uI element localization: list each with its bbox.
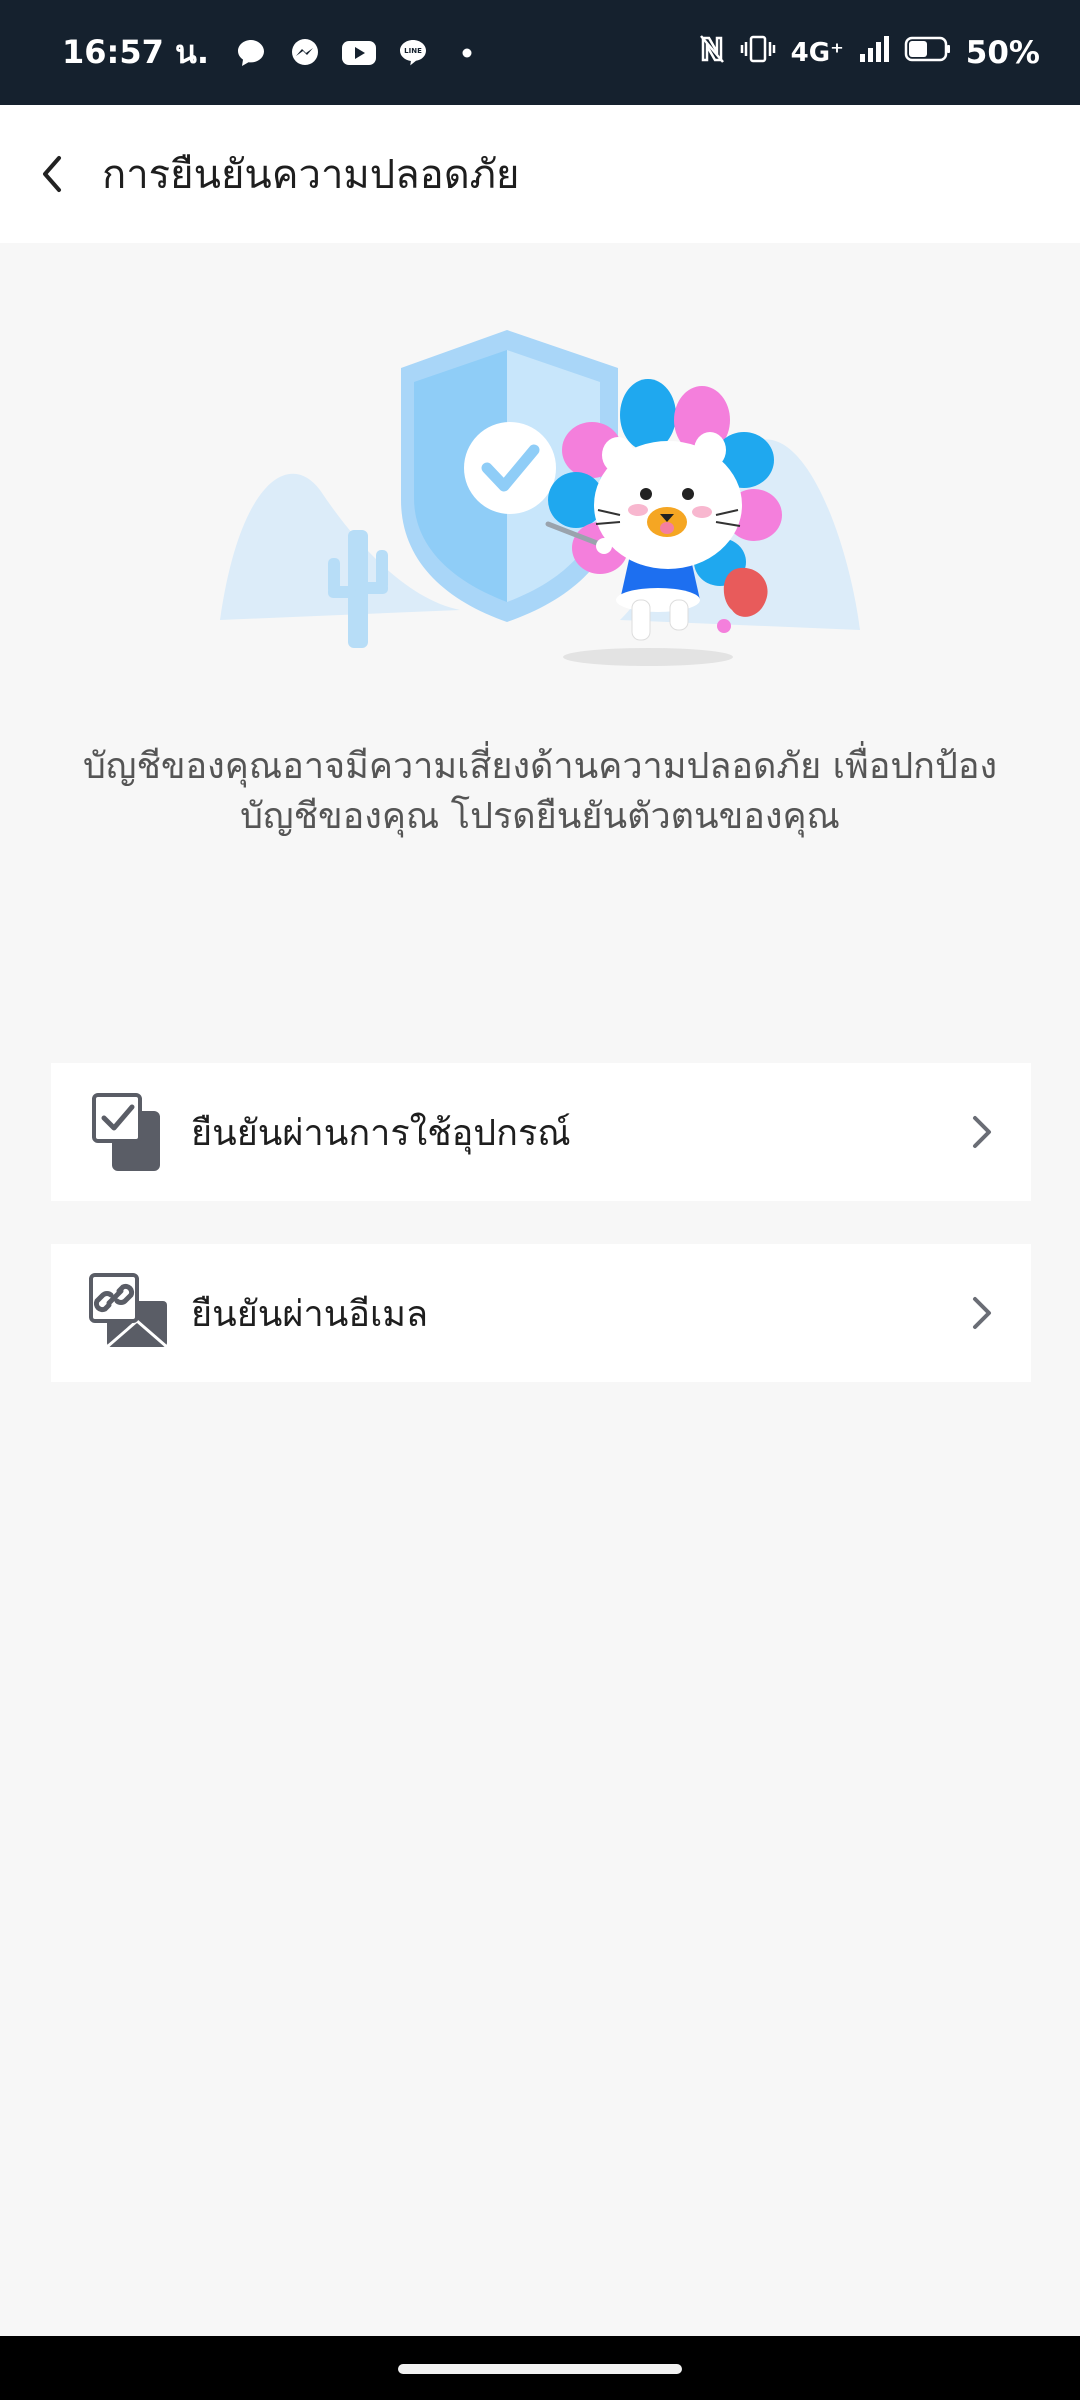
status-time: 16:57 น.	[62, 33, 210, 71]
security-illustration	[200, 300, 880, 690]
verify-by-email-option[interactable]: ยืนยันผ่านอีเมล	[51, 1244, 1031, 1382]
app-header: การยืนยันความปลอดภัย	[0, 105, 1080, 243]
chat-bubble-icon	[233, 35, 269, 71]
email-link-icon	[87, 1271, 171, 1355]
page-title: การยืนยันความปลอดภัย	[102, 152, 520, 198]
verify-by-device-option[interactable]: ยืนยันผ่านการใช้อุปกรณ์	[51, 1063, 1031, 1201]
messenger-icon	[287, 35, 323, 71]
dot-icon	[449, 35, 485, 71]
device-check-icon	[87, 1090, 171, 1174]
vibrate-icon	[739, 34, 777, 72]
system-nav-bar	[0, 2336, 1080, 2400]
chevron-left-icon	[43, 156, 61, 192]
battery-icon	[904, 35, 952, 71]
signal-icon	[858, 34, 890, 72]
battery-percent: 50%	[965, 34, 1040, 71]
line-icon: LINE	[395, 35, 431, 71]
verify-by-device-label: ยืนยันผ่านการใช้อุปกรณ์	[191, 1112, 571, 1154]
chevron-right-icon	[961, 1283, 1001, 1343]
nfc-icon	[699, 34, 725, 72]
security-description: บัญชีของคุณอาจมีความเสี่ยงด้านความปลอดภั…	[82, 746, 998, 837]
svg-text:LINE: LINE	[404, 47, 422, 55]
home-indicator[interactable]	[398, 2364, 682, 2374]
back-button[interactable]	[2, 105, 102, 243]
network-type: 4G⁺	[790, 37, 844, 68]
verify-by-email-label: ยืนยันผ่านอีเมล	[191, 1293, 429, 1335]
chevron-right-icon	[961, 1102, 1001, 1162]
status-bar: 16:57 น. LINE 4G⁺ 50%	[0, 0, 1080, 105]
youtube-icon	[341, 35, 377, 71]
